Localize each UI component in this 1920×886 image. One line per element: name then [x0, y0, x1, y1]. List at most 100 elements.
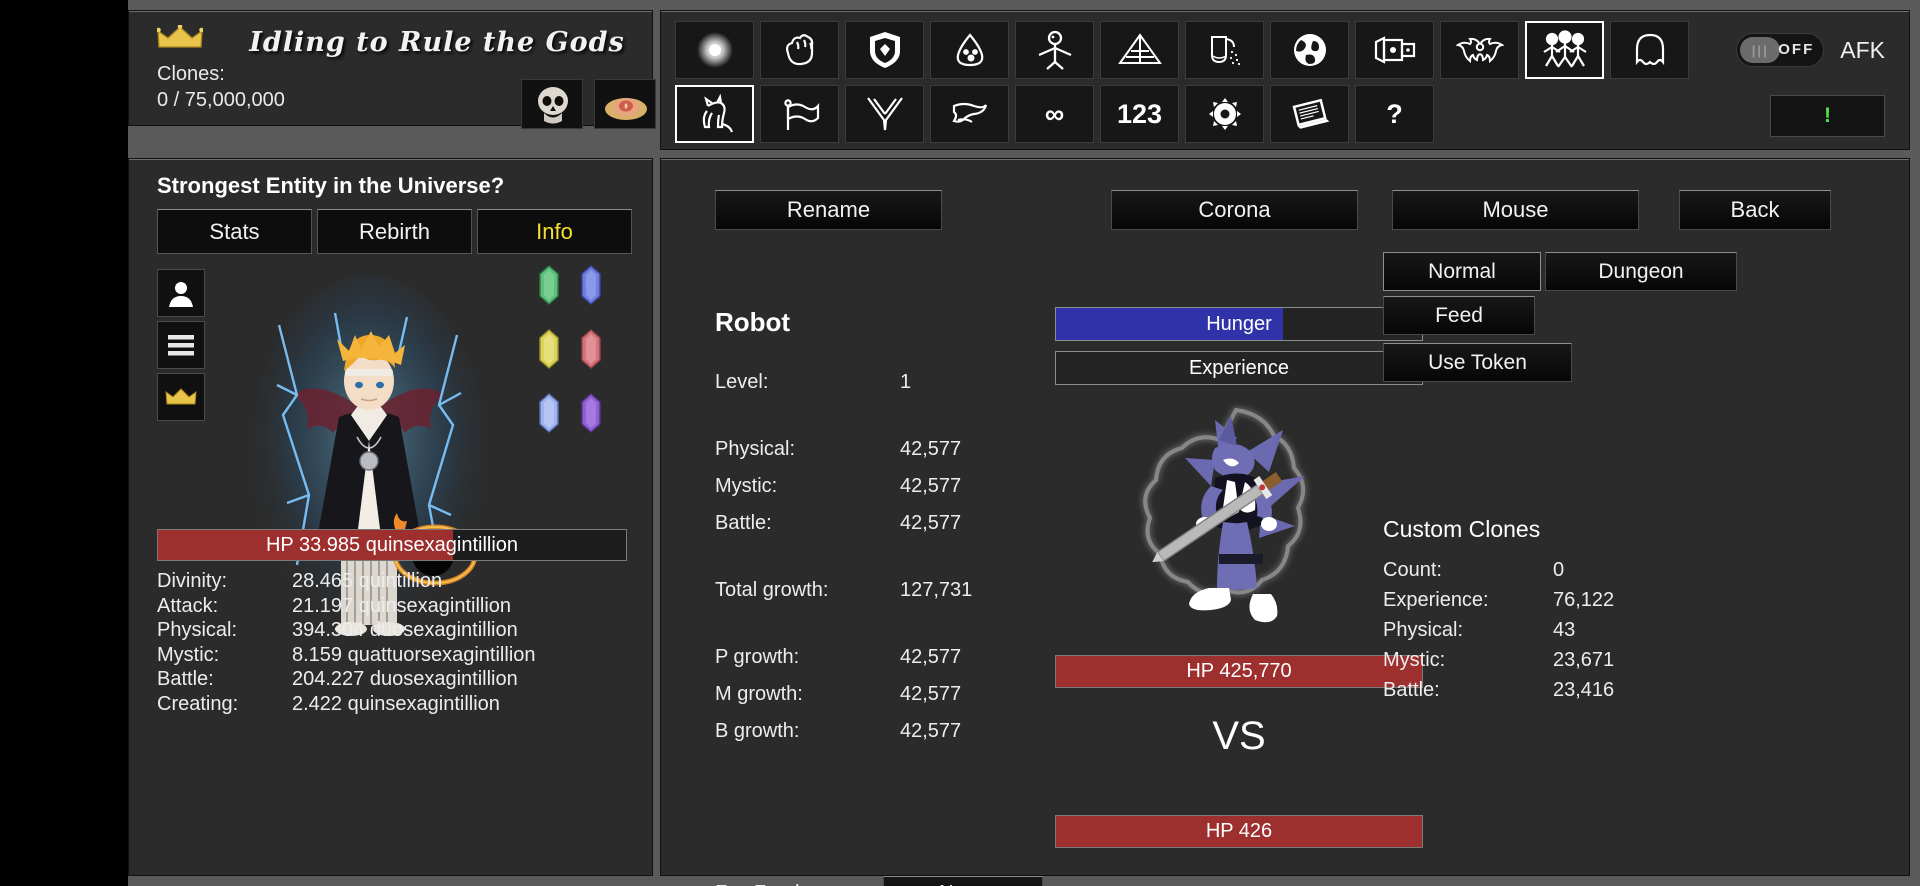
- cc-row-physical: Physical: 43: [1383, 619, 1723, 649]
- gem-row: [538, 265, 612, 310]
- stat-key: Total growth:: [715, 579, 829, 601]
- cc-row-count: Count: 0: [1383, 559, 1723, 589]
- slime-icon[interactable]: [930, 21, 1009, 79]
- question-label: ?: [1386, 98, 1403, 129]
- stat-key: Physical:: [715, 438, 796, 460]
- normal-mode-button[interactable]: Normal: [1383, 252, 1541, 291]
- cc-value: 23,671: [1553, 649, 1615, 671]
- use-token-button[interactable]: Use Token: [1383, 343, 1572, 382]
- tab-info[interactable]: Info: [477, 209, 632, 254]
- stat-value: 42,577: [900, 720, 962, 742]
- pet-preferences: Fav Food: None Fav Camp: Growth Hate Cam…: [715, 871, 1043, 886]
- pyramid-icon[interactable]: [1100, 21, 1179, 79]
- cc-key: Experience:: [1383, 589, 1489, 611]
- corona-button[interactable]: Corona: [1111, 190, 1358, 230]
- afk-label: AFK: [1840, 36, 1885, 63]
- entity-hp-text: HP 33.985 quinsexagintillion: [265, 533, 519, 556]
- gem-lightblue[interactable]: [538, 393, 560, 438]
- cat-icon[interactable]: [675, 85, 754, 143]
- numbers-label: 123: [1116, 98, 1163, 129]
- fist-icon[interactable]: [760, 21, 839, 79]
- globe-icon[interactable]: [1270, 21, 1349, 79]
- back-button[interactable]: Back: [1679, 190, 1831, 230]
- stat-row-creating: Creating: 2.422 quinsexagintillion: [157, 692, 632, 717]
- rose-item[interactable]: [594, 79, 656, 129]
- entity-stat-list: Divinity: 28.465 quintillion Attack: 21.…: [157, 569, 632, 717]
- afk-toggle-state: OFF: [1778, 41, 1815, 58]
- cc-row-mystic: Mystic: 23,671: [1383, 649, 1723, 679]
- tab-rebirth[interactable]: Rebirth: [317, 209, 472, 254]
- question-mark-icon[interactable]: ?: [1355, 85, 1434, 143]
- stat-value: 2.422 quinsexagintillion: [292, 692, 500, 715]
- clones-group-icon[interactable]: [1525, 21, 1604, 79]
- tab-stats[interactable]: Stats: [157, 209, 312, 254]
- entity-title: Strongest Entity in the Universe?: [157, 173, 505, 198]
- icon-row-1: [675, 21, 1689, 79]
- icon-grid: ∞ 123 ?: [675, 21, 1689, 149]
- gem-purple[interactable]: [580, 393, 602, 438]
- afk-toggle[interactable]: ||| OFF: [1736, 33, 1825, 67]
- bat-icon[interactable]: [1440, 21, 1519, 79]
- pet-panel: Rename Corona Mouse Back Robot Level: 1 …: [660, 158, 1910, 886]
- gem-yellow[interactable]: [538, 329, 560, 374]
- stat-value: 42,577: [900, 438, 962, 460]
- stat-value: 42,577: [900, 512, 962, 534]
- alert-button[interactable]: !: [1770, 95, 1885, 137]
- pet-name: Robot: [715, 307, 791, 337]
- entity-tabs: Stats Rebirth Info: [157, 209, 632, 254]
- afk-control: ||| OFF AFK: [1736, 33, 1885, 67]
- fav-food-button[interactable]: None: [883, 876, 1043, 886]
- crown-icon[interactable]: [157, 373, 205, 421]
- stat-value: 42,577: [900, 646, 962, 668]
- ghost-icon[interactable]: [1610, 21, 1689, 79]
- gem-blue[interactable]: [580, 265, 602, 310]
- pet-stat-p-growth: P growth: 42,577: [715, 646, 1035, 683]
- numbers-icon[interactable]: 123: [1100, 85, 1179, 143]
- stat-value: 204.227 duosexagintillion: [292, 668, 518, 691]
- custom-clones-title: Custom Clones: [1383, 516, 1541, 542]
- stat-value: 127,731: [900, 579, 973, 601]
- gem-row: [538, 329, 612, 374]
- infinity-label: ∞: [1044, 98, 1065, 129]
- mouse-button[interactable]: Mouse: [1392, 190, 1639, 230]
- crossed-swords-icon[interactable]: [845, 85, 924, 143]
- afk-toggle-knob: |||: [1740, 37, 1781, 63]
- gem-green[interactable]: [538, 265, 560, 310]
- stat-row-mystic: Mystic: 8.159 quattuorsexagintillion: [157, 643, 632, 668]
- shield-icon[interactable]: [845, 21, 924, 79]
- fav-food-row: Fav Food: None: [715, 871, 1043, 886]
- icon-toolbar-panel: ∞ 123 ? ||| OFF AFK !: [660, 10, 1910, 150]
- rename-button[interactable]: Rename: [715, 190, 942, 230]
- dungeon-mode-button[interactable]: Dungeon: [1545, 252, 1737, 291]
- skull-item[interactable]: [521, 79, 583, 129]
- stat-value: 21.197 quinsexagintillion: [292, 594, 512, 617]
- flag-icon[interactable]: [760, 85, 839, 143]
- stat-key: Mystic:: [715, 475, 778, 497]
- pet-stat-battle: Battle: 42,577: [715, 512, 1035, 579]
- stat-value: 42,577: [900, 683, 962, 705]
- experience-bar-label: Experience: [1188, 356, 1290, 379]
- menu-icon[interactable]: [157, 321, 205, 369]
- gem-red[interactable]: [580, 329, 602, 374]
- anvil-icon[interactable]: [930, 85, 1009, 143]
- gear-icon[interactable]: [1185, 85, 1264, 143]
- cc-value: 0: [1553, 559, 1565, 581]
- pet-stat-level: Level: 1: [715, 371, 1035, 438]
- light-orb-icon[interactable]: [675, 21, 754, 79]
- stat-key: Battle:: [157, 668, 214, 691]
- book-icon[interactable]: [1270, 85, 1349, 143]
- feed-button[interactable]: Feed: [1383, 296, 1535, 335]
- pouring-flask-icon[interactable]: [1185, 21, 1264, 79]
- pet-stat-physical: Physical: 42,577: [715, 438, 1035, 475]
- stat-row-physical: Physical: 394.304 duosexagintillion: [157, 618, 632, 643]
- cc-value: 23,416: [1553, 679, 1615, 701]
- pet-hp-bar: HP 425,770: [1055, 655, 1423, 688]
- avatar-icon[interactable]: [157, 269, 205, 317]
- fav-food-label: Fav Food:: [715, 882, 883, 886]
- pet-stat-m-growth: M growth: 42,577: [715, 683, 1035, 720]
- infinity-icon[interactable]: ∞: [1015, 85, 1094, 143]
- flashlight-icon[interactable]: [1355, 21, 1434, 79]
- stat-key: B growth:: [715, 720, 800, 742]
- stick-figure-icon[interactable]: [1015, 21, 1094, 79]
- clones-value: 0 / 75,000,000: [157, 89, 285, 111]
